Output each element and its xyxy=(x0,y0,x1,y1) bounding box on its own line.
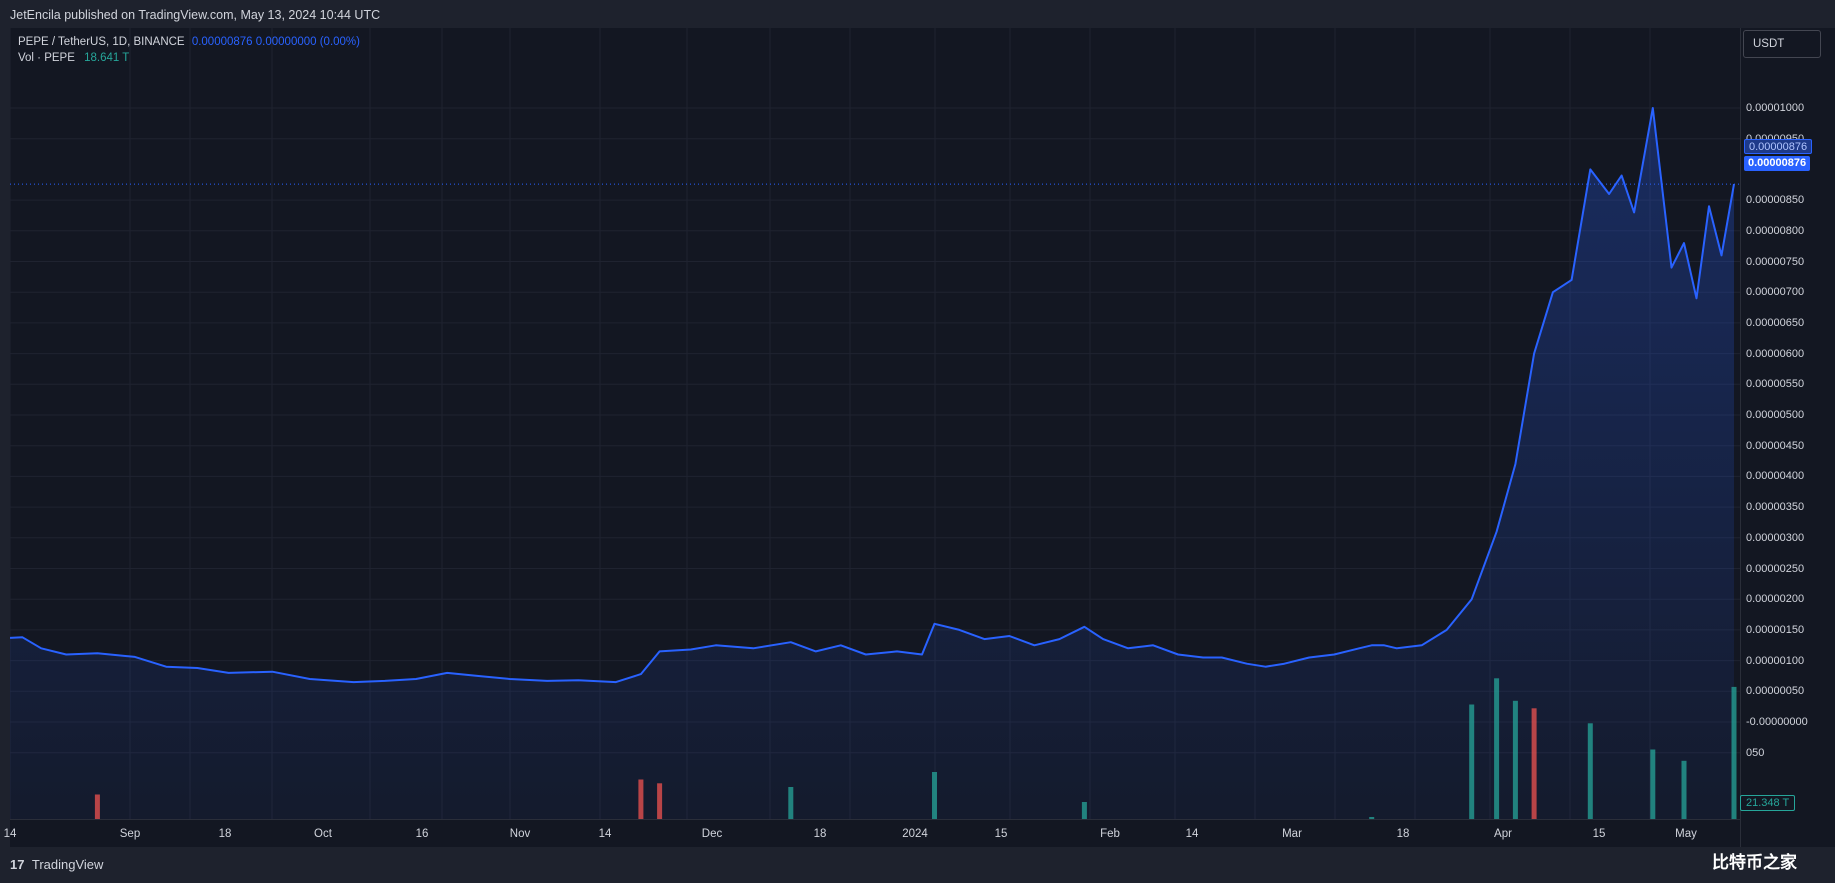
x-tick-label: Mar xyxy=(1282,828,1302,840)
y-tick-label: 0.00000100 xyxy=(1746,654,1805,667)
y-tick-label: 0.00000850 xyxy=(1746,194,1805,207)
top-bar: JetEncila published on TradingView.com, … xyxy=(0,0,1835,28)
y-tick-label: 0.00000450 xyxy=(1746,439,1805,452)
watermark-text: 比特币之家 xyxy=(1712,853,1797,872)
x-tick-label: 14 xyxy=(3,828,17,840)
x-tick-label: Sep xyxy=(119,828,141,840)
x-tick-label: 2024 xyxy=(902,828,928,840)
price-area xyxy=(10,108,1734,847)
tradingview-logo[interactable]: 17 TradingView xyxy=(10,857,103,872)
x-tick-label: Apr xyxy=(1494,828,1512,840)
price-chart[interactable] xyxy=(10,28,1740,847)
x-tick-label: Dec xyxy=(701,828,723,840)
y-tick-label: 0.00000250 xyxy=(1746,562,1805,575)
x-tick-label: Feb xyxy=(1100,828,1120,840)
y-tick-label: -0.00000000 xyxy=(1746,716,1808,728)
y-tick-label: 050 xyxy=(1746,746,1765,759)
x-tick-label: 15 xyxy=(1592,828,1606,840)
x-tick-label: 18 xyxy=(813,828,827,840)
chart-plot-area[interactable] xyxy=(10,28,1740,847)
y-tick-label: 0.00000200 xyxy=(1746,593,1805,606)
volume-value: 18.641 T xyxy=(84,52,130,64)
y-tick-label: 0.00000700 xyxy=(1746,286,1805,299)
volume-tag: 21.348 T xyxy=(1740,795,1796,811)
x-tick-label: 16 xyxy=(415,828,429,840)
y-tick-label: 0.00000800 xyxy=(1746,224,1805,237)
y-tick-label: 0.00000550 xyxy=(1746,378,1805,391)
y-tick-label: 0.00000750 xyxy=(1746,255,1805,268)
symbol-legend: PEPE / TetherUS, 1D, BINANCE 0.00000876 … xyxy=(18,36,360,48)
y-tick-label: 0.00001000 xyxy=(1746,102,1805,114)
currency-selector[interactable]: USDT xyxy=(1743,30,1821,58)
current-price-tag: 0.00000876 xyxy=(1744,156,1811,171)
x-tick-label: 18 xyxy=(218,828,232,840)
tradingview-mark-icon: 17 xyxy=(10,857,25,872)
y-tick-label: 0.00000650 xyxy=(1746,316,1805,329)
x-tick-label: 15 xyxy=(994,828,1008,840)
tradingview-brand: TradingView xyxy=(31,857,104,872)
y-tick-label: 0.00000500 xyxy=(1746,409,1805,421)
symbol-values: 0.00000876 0.00000000 (0.00%) xyxy=(191,36,360,48)
x-tick-label: May xyxy=(1675,828,1697,840)
x-tick-label: Nov xyxy=(509,828,531,840)
x-tick-label: 14 xyxy=(598,828,612,840)
y-tick-label: 0.00000050 xyxy=(1746,685,1805,698)
x-tick-label: 18 xyxy=(1396,828,1410,840)
y-tick-label: 0.00000600 xyxy=(1746,347,1805,360)
y-tick-label: 0.00000400 xyxy=(1746,470,1805,483)
y-tick-label: 0.00000150 xyxy=(1746,623,1805,636)
symbol-label[interactable]: PEPE / TetherUS, 1D, BINANCE xyxy=(18,36,185,48)
x-tick-label: 14 xyxy=(1185,828,1199,840)
volume-legend: Vol · PEPE 18.641 T xyxy=(18,52,129,64)
y-tick-label: 0.00000350 xyxy=(1746,501,1805,514)
last-price-tag: 0.00000876 xyxy=(1744,139,1813,154)
x-tick-label: Oct xyxy=(314,828,332,840)
volume-label[interactable]: Vol · PEPE xyxy=(18,52,75,64)
time-axis[interactable]: 14 Sep 18 Oct 16 Nov 14 Dec 18 2024 15 Feb 14 Mar 18 Ap… xyxy=(4,819,1740,847)
bottom-bar xyxy=(0,847,1835,883)
y-tick-label: 0.00000300 xyxy=(1746,531,1805,544)
publish-info: JetEncila published on TradingView.com, … xyxy=(10,8,381,22)
